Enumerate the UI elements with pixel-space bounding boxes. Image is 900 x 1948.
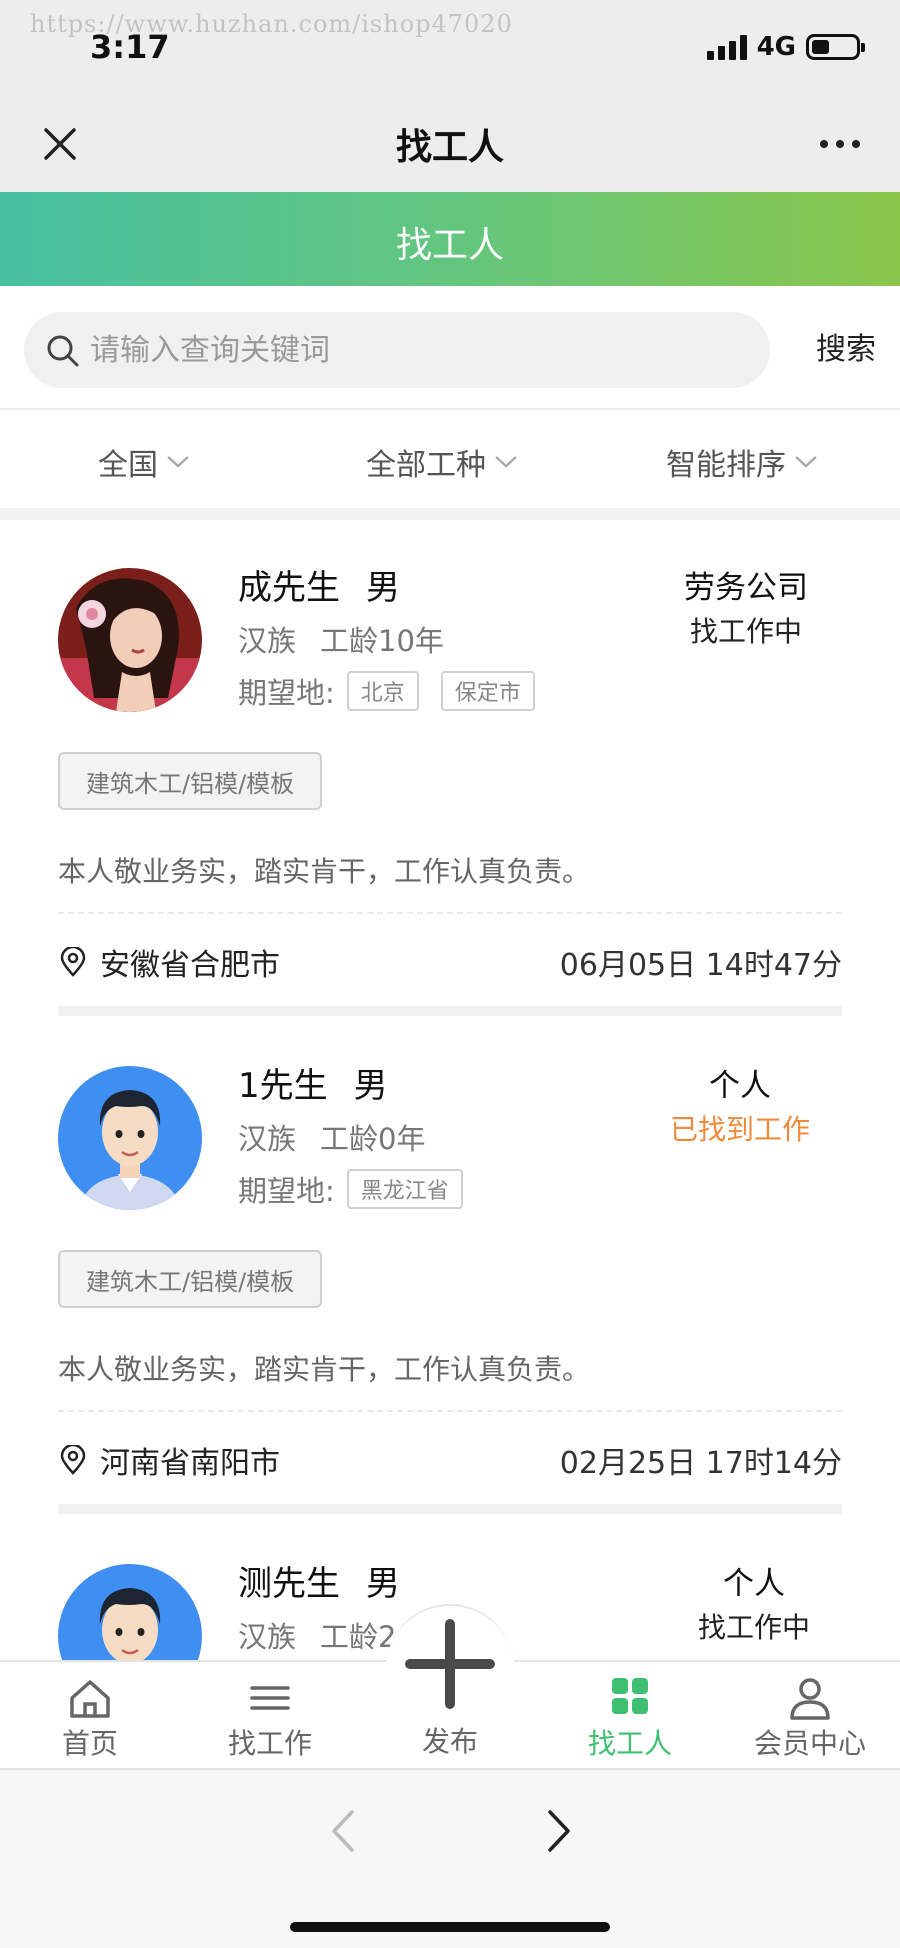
avatar (58, 568, 202, 712)
banner-title: 找工人 (395, 225, 504, 266)
back-arrow-icon[interactable] (322, 1806, 362, 1856)
org-type: 个人 (709, 1068, 771, 1104)
more-dots-icon[interactable] (810, 120, 870, 168)
list-icon (250, 1686, 290, 1710)
battery-icon (806, 34, 865, 60)
filter-region[interactable]: 全国 (98, 440, 190, 484)
page-title: 找工人 (395, 127, 504, 168)
worker-name-line: 1先生男 (238, 1058, 388, 1107)
search-input[interactable] (90, 312, 750, 388)
header-banner: 找工人 (0, 192, 900, 286)
tab-find-job-label: 找工作 (227, 1727, 312, 1760)
location-text: 安徽省合肥市 (100, 948, 280, 983)
person-icon (790, 1678, 830, 1720)
place-tag: 黑龙江省 (346, 1169, 463, 1209)
avatar (58, 1066, 202, 1210)
location-pin-icon (60, 1445, 86, 1475)
tab-member-center-label: 会员中心 (753, 1727, 866, 1760)
worker-experience: 工龄0年 (320, 1122, 426, 1156)
worker-gender: 男 (353, 1066, 388, 1106)
chevron-down-icon (795, 456, 817, 468)
avatar (58, 1564, 202, 1660)
search-box[interactable] (24, 312, 770, 388)
post-date: 06月05日 14时47分 (559, 948, 842, 983)
tab-publish-label[interactable]: 发布 (360, 1720, 540, 1760)
divider (58, 912, 842, 914)
network-type: 4G (756, 32, 796, 62)
divider (58, 1410, 842, 1412)
worker-info: 汉族 工龄0年 (238, 1116, 425, 1158)
search-button[interactable]: 搜索 (816, 324, 876, 368)
filter-trade[interactable]: 全部工种 (366, 440, 518, 484)
job-status: 已找到工作 (669, 1113, 810, 1146)
job-status: 找工作中 (697, 1611, 810, 1644)
worker-name-line: 成先生男 (238, 560, 400, 609)
tab-find-job[interactable]: 找工作 (180, 1662, 360, 1770)
worker-name: 1先生 (238, 1066, 328, 1106)
card-separator (58, 1006, 842, 1016)
chevron-down-icon (495, 456, 517, 468)
search-bar: 搜索 (0, 286, 900, 410)
worker-name: 成先生 (238, 568, 340, 608)
location-pin-icon (60, 947, 86, 977)
worker-ethnicity: 汉族 (238, 1620, 297, 1654)
filter-sort-label: 智能排序 (666, 448, 786, 483)
card-separator (58, 1504, 842, 1514)
worker-info: 汉族 工龄10年 (238, 618, 444, 660)
tab-find-worker-label: 找工人 (587, 1727, 672, 1760)
watermark: https://www.huzhan.com/ishop47020 (30, 10, 513, 38)
skill-tag: 建筑木工/铝模/模板 (58, 1250, 323, 1308)
home-icon (70, 1680, 110, 1718)
filter-bar: 全国 全部工种 智能排序 (0, 410, 900, 508)
tab-home-label: 首页 (61, 1727, 118, 1760)
worker-experience: 工龄10年 (320, 624, 444, 658)
post-date: 02月25日 17时14分 (559, 1446, 842, 1481)
grid-icon (612, 1678, 648, 1714)
nav-bar: 找工人 (0, 96, 900, 192)
worker-ethnicity: 汉族 (238, 624, 297, 658)
worker-gender: 男 (366, 1564, 400, 1604)
worker-info: 汉族 工龄2 (238, 1614, 396, 1656)
expected-label: 期望地: (238, 1174, 335, 1208)
plus-icon[interactable] (404, 1618, 496, 1710)
tab-find-worker[interactable]: 找工人 (540, 1662, 720, 1770)
tab-member-center[interactable]: 会员中心 (720, 1662, 900, 1770)
place-tag: 保定市 (440, 671, 535, 711)
worker-description: 本人敬业务实，踏实肯干，工作认真负责。 (58, 855, 591, 888)
org-type: 劳务公司 (684, 570, 808, 606)
filter-trade-label: 全部工种 (366, 448, 486, 483)
status-indicators: 4G (706, 32, 865, 62)
home-indicator (290, 1922, 610, 1932)
browser-toolbar (0, 1768, 900, 1948)
expected-label: 期望地: (238, 676, 335, 710)
location-text: 河南省南阳市 (100, 1446, 280, 1481)
job-status: 找工作中 (689, 615, 802, 648)
worker-location: 河南省南阳市 (60, 1438, 280, 1482)
org-type: 个人 (723, 1566, 785, 1602)
worker-name-line: 测先生男 (238, 1556, 400, 1605)
worker-card[interactable]: 成先生男 汉族 工龄10年 期望地: 北京 保定市 劳务公司 找工作中 建筑木工/… (0, 520, 900, 1016)
signal-icon (706, 34, 747, 60)
place-tag: 北京 (346, 671, 419, 711)
section-divider (0, 508, 900, 520)
search-icon (47, 335, 79, 367)
filter-sort[interactable]: 智能排序 (666, 440, 818, 484)
worker-description: 本人敬业务实，踏实肯干，工作认真负责。 (58, 1353, 591, 1386)
expected-places: 期望地: 黑龙江省 (238, 1168, 463, 1210)
worker-experience: 工龄2 (320, 1620, 397, 1654)
filter-region-label: 全国 (98, 448, 158, 483)
expected-places: 期望地: 北京 保定市 (238, 670, 535, 712)
skill-tag: 建筑木工/铝模/模板 (58, 752, 323, 810)
chevron-down-icon (167, 456, 189, 468)
tab-home[interactable]: 首页 (0, 1662, 180, 1770)
worker-gender: 男 (366, 568, 400, 608)
forward-arrow-icon[interactable] (540, 1806, 580, 1856)
worker-location: 安徽省合肥市 (60, 940, 280, 984)
worker-card[interactable]: 1先生男 汉族 工龄0年 期望地: 黑龙江省 个人 已找到工作 建筑木工/铝模/模… (0, 1018, 900, 1514)
worker-ethnicity: 汉族 (238, 1122, 297, 1156)
worker-name: 测先生 (238, 1564, 340, 1604)
